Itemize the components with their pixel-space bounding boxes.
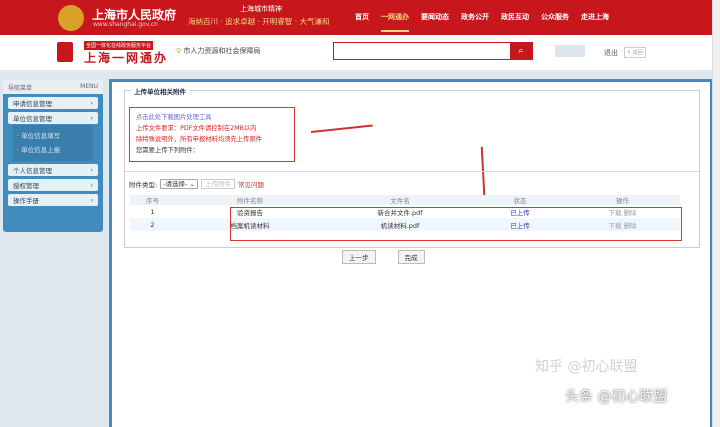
chevron-right-icon: ›	[90, 166, 93, 174]
type-select[interactable]: -请选择- ⌄	[160, 179, 198, 189]
upload-notes: 点击此处下载图片处理工具 上传文件要求：PDF文件请控制在2MB以内 除特殊说明…	[129, 107, 295, 162]
upload-needed-label: 您需要上传下列附件：	[136, 147, 199, 154]
annotation-arrow	[310, 124, 373, 133]
sidebar-item-application[interactable]: 申请信息管理 ›	[8, 97, 98, 109]
chevron-right-icon: ›	[90, 196, 93, 204]
chevron-right-icon: ›	[90, 99, 93, 107]
sidebar-item-auth[interactable]: 授权管理 ›	[8, 179, 98, 191]
type-label: 附件类型:	[129, 181, 158, 189]
search-icon: ⌕	[518, 46, 524, 56]
upload-requirement: 上传文件要求：PDF文件请控制在2MB以内	[136, 125, 257, 132]
logout-link[interactable]: 退出	[604, 48, 618, 58]
nav-interaction[interactable]: 政民互动	[501, 12, 529, 32]
form-buttons: 上一步 完成	[342, 250, 425, 264]
back-button[interactable]: ↰ 返回	[624, 47, 646, 58]
faq-link[interactable]: 常见问题	[238, 179, 264, 189]
sidebar: 导航菜单 MENU 申请信息管理 › 单位信息管理 › · 单位信息填写 · 单位信息…	[3, 80, 103, 232]
divider	[125, 171, 699, 172]
sidebar-submenu: · 单位信息填写 · 单位信息上报	[13, 125, 93, 161]
nav-news[interactable]: 要闻动态	[421, 12, 449, 32]
search-box[interactable]: ⌕	[333, 42, 533, 60]
main-nav: 首页 一网通办 要闻动态 政务公开 政民互动 公众服务 走进上海	[355, 12, 609, 32]
sidebar-header: 导航菜单 MENU	[3, 80, 103, 94]
nav-about[interactable]: 走进上海	[581, 12, 609, 32]
nav-open[interactable]: 政务公开	[461, 12, 489, 32]
prev-button[interactable]: 上一步	[342, 250, 376, 264]
table-header: 序号 附件名称 文件名 状态 操作	[130, 195, 680, 205]
nav-home[interactable]: 首页	[355, 12, 369, 32]
top-banner: 上海市人民政府 www.shanghai.gov.cn 上海城市精神 海纳百川 …	[0, 0, 712, 35]
finish-button[interactable]: 完成	[397, 250, 425, 264]
search-button[interactable]: ⌕	[510, 43, 532, 59]
sidebar-item-manual[interactable]: 操作手册 ›	[8, 194, 98, 206]
slogan: 海纳百川 · 追求卓越 · 开明睿智 · 大气谦和	[188, 17, 330, 26]
fieldset-legend: 上传单位相关附件	[131, 86, 189, 96]
sidebar-item-unit-info[interactable]: 单位信息管理 ›	[8, 112, 98, 124]
sidebar-subitem-report[interactable]: · 单位信息上报	[17, 143, 89, 157]
nav-yiwangtongban[interactable]: 一网通办	[381, 12, 409, 32]
nav-services[interactable]: 公众服务	[541, 12, 569, 32]
location[interactable]: ⚲ 市人力资源和社会保障局	[176, 46, 260, 56]
toutiao-watermark: 头条 @初心联盟	[565, 389, 668, 405]
scrollbar[interactable]	[712, 0, 720, 427]
annotation-arrow	[481, 146, 486, 201]
slogan-title: 上海城市精神	[240, 5, 282, 13]
sidebar-subitem-fill[interactable]: · 单位信息填写	[17, 129, 89, 143]
search-input[interactable]	[334, 43, 504, 57]
zhihu-watermark: 知乎 @初心联盟	[535, 359, 638, 375]
upload-requirement-2: 除特殊说明外，所有申报材料均须先上传原件	[136, 136, 262, 143]
emblem-logo	[58, 5, 84, 31]
sidebar-item-personal[interactable]: 个人信息管理 ›	[8, 164, 98, 176]
download-tool-link[interactable]: 点击此处下载图片处理工具	[136, 112, 288, 123]
user-avatar[interactable]	[555, 45, 585, 57]
chevron-down-icon: ⌄	[189, 180, 195, 188]
brand-title[interactable]: 上海一网通办	[84, 49, 168, 66]
chevron-right-icon: ›	[90, 114, 93, 122]
upload-toolbar: 附件类型: -请选择- ⌄ 上传附件 常见问题	[129, 179, 264, 189]
attachments-fieldset: 上传单位相关附件 点击此处下载图片处理工具 上传文件要求：PDF文件请控制在2M…	[124, 86, 700, 248]
yiwang-logo-icon	[57, 42, 73, 62]
upload-button[interactable]: 上传附件	[200, 179, 235, 189]
chevron-right-icon: ›	[90, 181, 93, 189]
gov-url: www.shanghai.gov.cn	[93, 21, 158, 28]
annotation-box	[230, 207, 682, 241]
